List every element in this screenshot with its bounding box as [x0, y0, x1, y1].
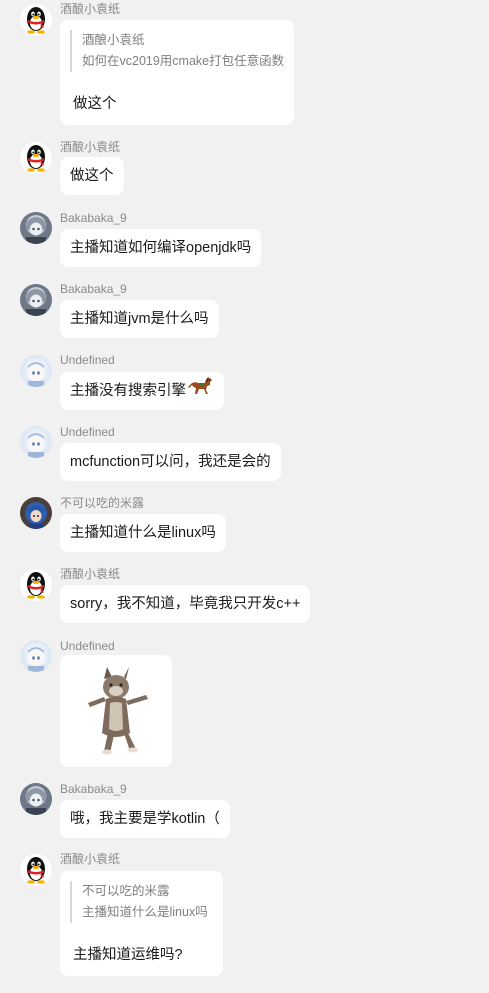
- sender-name: Bakabaka_9: [60, 211, 127, 225]
- sender-name: Bakabaka_9: [60, 782, 127, 796]
- quoted-message[interactable]: 酒酿小袁纸 如何在vc2019用cmake打包任意函数: [70, 30, 284, 72]
- message-text: 哦，我主要是学kotlin（: [70, 811, 220, 827]
- message-text: 做这个: [73, 96, 117, 112]
- message-text: 主播知道jvm是什么吗: [70, 311, 209, 327]
- chat-message-list[interactable]: 酒酿小袁纸 酒酿小袁纸 如何在vc2019用cmake打包任意函数 做这个 酒酿…: [0, 0, 489, 993]
- quoted-text: 如何在vc2019用cmake打包任意函数: [82, 54, 285, 68]
- message-bubble[interactable]: sorry，我不知道，毕竟我只开发c++: [60, 585, 311, 623]
- anime-avatar-icon: [20, 284, 52, 316]
- message-text: 做这个: [70, 168, 114, 184]
- anime-girl-avatar-icon: [20, 355, 52, 387]
- sender-avatar[interactable]: [20, 640, 52, 672]
- dancing-cat-sticker-icon: [88, 667, 148, 755]
- message-bubble[interactable]: mcfunction可以问，我还是会的: [60, 443, 281, 481]
- sender-avatar[interactable]: [20, 4, 52, 36]
- message-text: 主播知道什么是linux吗: [70, 525, 216, 541]
- sender-name: 酒酿小袁纸: [60, 140, 121, 154]
- sender-avatar[interactable]: [20, 854, 52, 886]
- sender-avatar[interactable]: [20, 783, 52, 815]
- reply-message-bubble[interactable]: 不可以吃的米露 主播知道什么是linux吗 主播知道运维吗?: [60, 871, 223, 976]
- message-text: sorry，我不知道，毕竟我只开发c++: [70, 596, 301, 612]
- message-bubble[interactable]: 主播知道如何编译openjdk吗: [60, 229, 262, 267]
- quoted-author: 酒酿小袁纸: [82, 33, 145, 47]
- anime-avatar-icon: [20, 212, 52, 244]
- reply-message-bubble[interactable]: 酒酿小袁纸 如何在vc2019用cmake打包任意函数 做这个: [60, 20, 294, 125]
- sender-avatar[interactable]: [20, 142, 52, 174]
- sender-avatar[interactable]: [20, 569, 52, 601]
- anime-avatar-icon: [20, 783, 52, 815]
- qq-penguin-avatar-icon: [20, 4, 52, 36]
- quoted-author: 不可以吃的米露: [82, 884, 170, 898]
- sender-name: 酒酿小袁纸: [60, 2, 121, 16]
- sender-name: 酒酿小袁纸: [60, 852, 121, 866]
- sender-name: Undefined: [60, 425, 115, 439]
- sender-avatar[interactable]: [20, 284, 52, 316]
- message-text: 主播知道如何编译openjdk吗: [70, 240, 252, 256]
- message-bubble[interactable]: 主播知道jvm是什么吗: [60, 300, 219, 338]
- sender-avatar[interactable]: [20, 355, 52, 387]
- message-bubble[interactable]: 主播没有搜索引擎: [60, 372, 224, 410]
- sender-avatar[interactable]: [20, 426, 52, 458]
- message-bubble[interactable]: 哦，我主要是学kotlin（: [60, 800, 230, 838]
- sender-name: Undefined: [60, 639, 115, 653]
- message-text: 主播知道运维吗?: [73, 947, 183, 963]
- blue-hair-avatar-icon: [20, 497, 52, 529]
- sender-name: Undefined: [60, 353, 115, 367]
- message-bubble[interactable]: 做这个: [60, 157, 124, 195]
- quoted-text: 主播知道什么是linux吗: [82, 905, 208, 919]
- sender-name: 酒酿小袁纸: [60, 567, 121, 581]
- qq-penguin-avatar-icon: [20, 142, 52, 174]
- horse-emoji-icon: [188, 372, 214, 410]
- sender-avatar[interactable]: [20, 497, 52, 529]
- quoted-message[interactable]: 不可以吃的米露 主播知道什么是linux吗: [70, 881, 208, 923]
- sender-name: 不可以吃的米露: [60, 496, 145, 510]
- message-text: mcfunction可以问，我还是会的: [70, 454, 271, 470]
- anime-girl-avatar-icon: [20, 426, 52, 458]
- sender-name: Bakabaka_9: [60, 282, 127, 296]
- anime-girl-avatar-icon: [20, 640, 52, 672]
- sender-avatar[interactable]: [20, 212, 52, 244]
- qq-penguin-avatar-icon: [20, 854, 52, 886]
- sticker-message-bubble[interactable]: [60, 655, 172, 767]
- message-text: 主播没有搜索引擎: [70, 383, 186, 399]
- message-bubble[interactable]: 主播知道什么是linux吗: [60, 514, 226, 552]
- qq-penguin-avatar-icon: [20, 569, 52, 601]
